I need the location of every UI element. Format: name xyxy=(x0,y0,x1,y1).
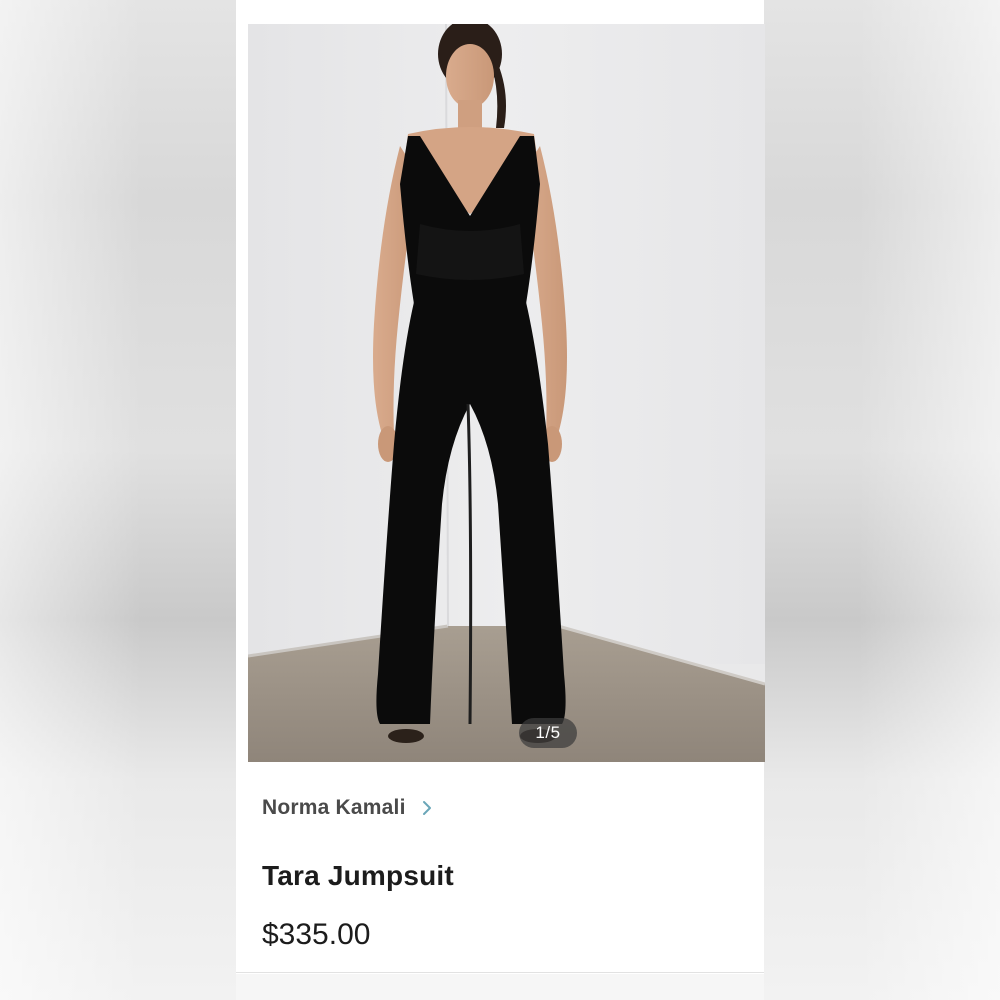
product-photo[interactable] xyxy=(248,24,765,762)
chevron-right-icon[interactable] xyxy=(420,799,434,817)
left-blurred-backdrop xyxy=(0,0,236,1000)
brand-name[interactable]: Norma Kamali xyxy=(262,796,406,820)
right-blurred-backdrop xyxy=(764,0,1000,1000)
top-strip xyxy=(236,0,764,24)
product-photo-illustration xyxy=(248,24,765,762)
image-counter: 1/5 xyxy=(519,718,577,748)
listing-card: 1/5 Norma Kamali Tara Jumpsuit $335.00 xyxy=(236,24,765,974)
product-title: Tara Jumpsuit xyxy=(262,860,454,891)
product-price: $335.00 xyxy=(262,918,371,951)
divider xyxy=(236,972,764,973)
bottom-strip xyxy=(236,974,764,1000)
screenshot-frame: 1/5 Norma Kamali Tara Jumpsuit $335.00 xyxy=(0,0,1000,1000)
brand-link[interactable]: Norma Kamali xyxy=(262,796,434,820)
